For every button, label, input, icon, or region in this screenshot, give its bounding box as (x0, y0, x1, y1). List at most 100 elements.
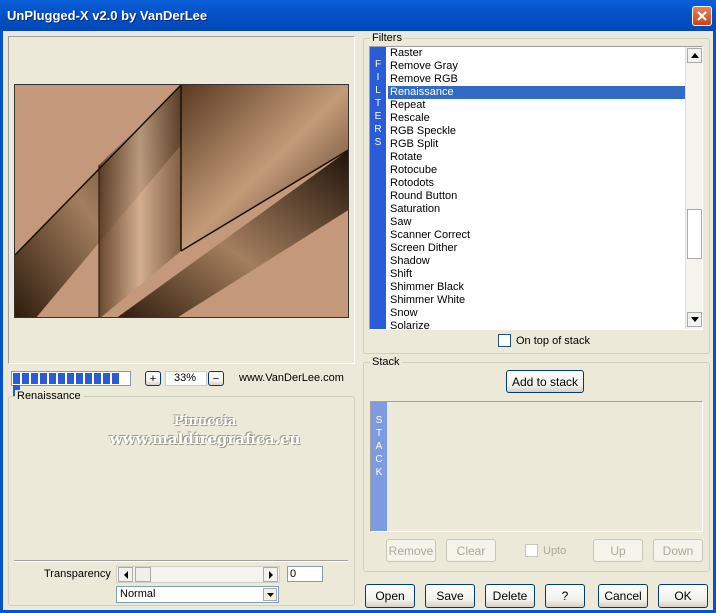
zoom-in-label: + (149, 372, 157, 385)
transparency-input[interactable]: 0 (287, 566, 323, 582)
save-label: Save (436, 589, 464, 603)
strip-letter: L (375, 85, 381, 96)
strip-letter: R (374, 124, 382, 135)
remove-button[interactable]: Remove (386, 539, 436, 562)
filter-item[interactable]: Saturation (388, 203, 685, 216)
filter-item[interactable]: Rescale (388, 112, 685, 125)
filter-item[interactable]: Remove RGB (388, 73, 685, 86)
transparency-label: Transparency (44, 568, 111, 580)
filter-item[interactable]: Snow (388, 307, 685, 320)
filter-item[interactable]: Renaissance (388, 86, 685, 99)
filter-item[interactable]: Shift (388, 268, 685, 281)
ok-label: OK (674, 589, 692, 603)
ok-button[interactable]: OK (658, 584, 708, 608)
progress-block (103, 373, 110, 384)
add-to-stack-label: Add to stack (511, 374, 579, 389)
filters-group-label: Filters (370, 32, 404, 44)
filter-item[interactable]: Rotodots (388, 177, 685, 190)
progress-block (40, 373, 47, 384)
watermark-line1: Pinuccia (173, 414, 237, 429)
progress-block (67, 373, 74, 384)
open-button[interactable]: Open (365, 584, 415, 608)
filter-item[interactable]: Shimmer White (388, 294, 685, 307)
filter-item[interactable]: Rotocube (388, 164, 685, 177)
watermark: Pinuccia www.maldiregrafica.eu (100, 414, 310, 448)
zoom-out-button[interactable]: − (208, 371, 224, 386)
filters-strip: FILTERS (370, 47, 386, 329)
settings-group-label: Renaissance (15, 390, 83, 402)
progress-block (85, 373, 92, 384)
filter-item[interactable]: Rotate (388, 151, 685, 164)
slider-thumb[interactable] (135, 567, 151, 582)
zoom-in-button[interactable]: + (145, 371, 161, 386)
filter-item[interactable]: Round Button (388, 190, 685, 203)
strip-letter: S (374, 137, 382, 148)
down-button[interactable]: Down (653, 539, 703, 562)
strip-letter: T (375, 428, 383, 439)
filter-item[interactable]: Solarize (388, 320, 685, 329)
blend-mode-dropdown-button[interactable] (263, 588, 277, 601)
filters-list[interactable]: Raster Remove Gray Remove RGB Renaissance Re… (388, 47, 685, 329)
progress-block (94, 373, 101, 384)
delete-button[interactable]: Delete (485, 584, 535, 608)
chevron-down-icon (266, 592, 274, 597)
upto-label: Upto (543, 545, 567, 557)
filter-item[interactable]: Screen Dither (388, 242, 685, 255)
transparency-slider[interactable] (116, 566, 280, 583)
filter-item[interactable]: Raster (388, 47, 685, 60)
blend-mode-select[interactable]: Normal (116, 586, 279, 603)
progress-block (31, 373, 38, 384)
stack-group-label: Stack (370, 356, 402, 368)
add-to-stack-button[interactable]: Add to stack (506, 370, 584, 393)
slider-left-button[interactable] (118, 567, 133, 582)
website-link[interactable]: www.VanDerLee.com (239, 372, 344, 384)
stack-strip: STACK (371, 402, 387, 531)
remove-label: Remove (388, 543, 434, 558)
filter-item[interactable]: Shadow (388, 255, 685, 268)
help-button[interactable]: ? (545, 584, 585, 608)
scroll-up-button[interactable] (687, 48, 702, 63)
delete-label: Delete (492, 589, 528, 603)
progress-block (58, 373, 65, 384)
filter-item[interactable]: Repeat (388, 99, 685, 112)
filter-item[interactable]: RGB Speckle (388, 125, 685, 138)
filter-item[interactable]: Shimmer Black (388, 281, 685, 294)
arrow-down-icon (690, 317, 699, 322)
up-label: Up (610, 543, 626, 558)
cancel-button[interactable]: Cancel (598, 584, 648, 608)
arrow-left-icon (123, 570, 128, 579)
transparency-value: 0 (290, 568, 297, 580)
progress-block (49, 373, 56, 384)
zoom-value: 33% (174, 372, 197, 384)
filter-item[interactable]: Remove Gray (388, 60, 685, 73)
scroll-thumb[interactable] (687, 209, 702, 259)
strip-letter: F (374, 59, 382, 70)
on-top-checkbox[interactable] (498, 334, 511, 347)
clear-label: Clear (456, 543, 486, 558)
clear-button[interactable]: Clear (446, 539, 496, 562)
strip-letter: A (375, 441, 383, 452)
close-button[interactable] (692, 6, 712, 26)
up-button[interactable]: Up (593, 539, 643, 562)
stack-list[interactable] (370, 401, 703, 532)
down-label: Down (662, 543, 694, 558)
filter-item[interactable]: RGB Split (388, 138, 685, 151)
upto-checkbox[interactable] (525, 544, 538, 557)
filter-item[interactable]: Scanner Correct (388, 229, 685, 242)
slider-right-button[interactable] (263, 567, 278, 582)
strip-letter: I (376, 72, 380, 83)
strip-letter: E (374, 111, 382, 122)
arrow-up-icon (690, 53, 699, 58)
save-button[interactable]: Save (425, 584, 475, 608)
strip-letter: T (374, 98, 382, 109)
cancel-label: Cancel (604, 589, 642, 603)
help-label: ? (561, 589, 569, 603)
filters-scrollbar[interactable] (685, 47, 702, 329)
strip-letter: S (375, 415, 383, 426)
window-title: UnPlugged-X v2.0 by VanDerLee (7, 8, 208, 23)
progress-block (13, 373, 20, 384)
strip-letter: C (375, 454, 383, 465)
scroll-down-button[interactable] (687, 312, 702, 327)
filter-item[interactable]: Saw (388, 216, 685, 229)
progress-block (22, 373, 29, 384)
